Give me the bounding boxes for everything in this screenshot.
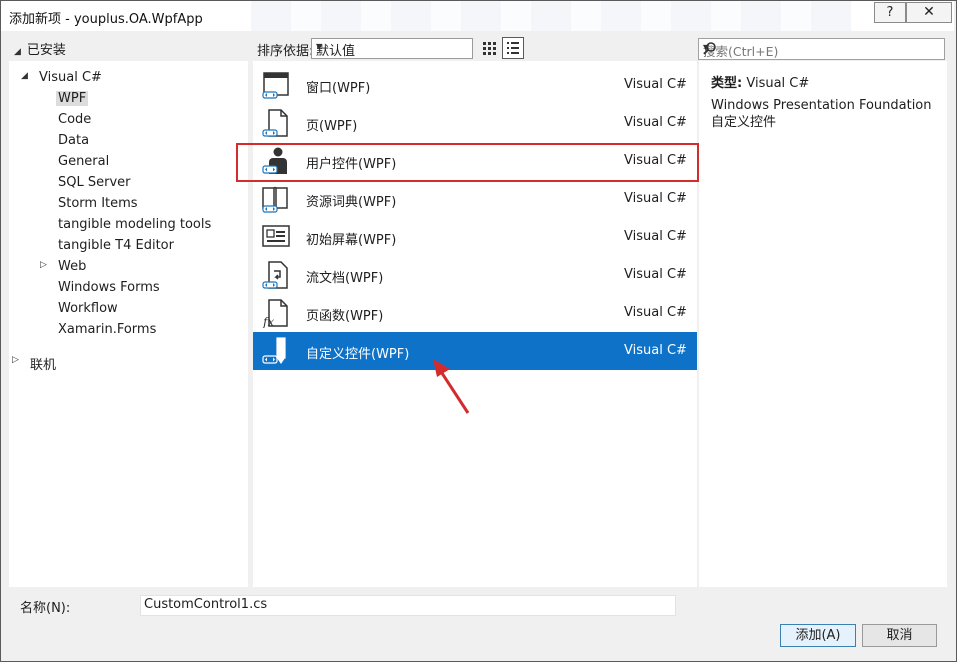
tree-item-label: Xamarin.Forms — [58, 322, 157, 337]
template-item-splash-screen[interactable]: 初始屏幕(WPF) Visual C# — [253, 218, 697, 256]
window-title: 添加新项 - youplus.OA.WpfApp — [9, 12, 203, 27]
tree-item-sql-server[interactable]: SQL Server — [58, 175, 131, 190]
template-name: 页(WPF) — [306, 119, 358, 134]
grid-view-icon[interactable] — [479, 38, 499, 58]
splash-screen-icon — [261, 222, 291, 252]
template-language: Visual C# — [624, 305, 687, 320]
installed-label: 已安装 — [26, 43, 66, 58]
tree-item-general[interactable]: General — [58, 154, 109, 169]
tree-item-xamarin-forms[interactable]: Xamarin.Forms — [58, 322, 156, 337]
details-panel: 类型: Visual C# Windows Presentation Found… — [699, 61, 947, 587]
template-item-page[interactable]: 页(WPF) Visual C# — [253, 104, 697, 142]
template-item-flow-document[interactable]: 流文档(WPF) Visual C# — [253, 256, 697, 294]
dropdown-arrow-icon: ▼ — [316, 42, 323, 51]
tree-item-label: Web — [58, 259, 87, 274]
collapsed-icon[interactable]: ▷ — [12, 355, 19, 365]
tree-item-label: 联机 — [30, 358, 57, 373]
collapse-icon: ◢ — [14, 47, 21, 57]
tree-item-tangible-t4-editor[interactable]: tangible T4 Editor — [58, 238, 174, 253]
type-info: 类型: Visual C# — [711, 72, 809, 91]
expanded-icon[interactable]: ◢ — [21, 71, 28, 81]
tree-item-label: tangible modeling tools — [58, 217, 212, 232]
background-editor-ghost — [251, 1, 851, 31]
tree-item-code[interactable]: Code — [58, 112, 91, 127]
template-name: 初始屏幕(WPF) — [306, 233, 397, 248]
tree-item-tangible-modeling-tools[interactable]: tangible modeling tools — [58, 217, 211, 232]
template-item-window[interactable]: 窗口(WPF) Visual C# — [253, 66, 697, 104]
resource-dictionary-icon — [261, 184, 291, 214]
page-function-icon: fx — [261, 298, 291, 329]
tree-item-windows-forms[interactable]: Windows Forms — [58, 280, 160, 295]
add-button[interactable]: 添加(A) — [780, 624, 856, 647]
template-name: 自定义控件(WPF) — [306, 347, 410, 362]
template-name: 页函数(WPF) — [306, 309, 384, 324]
cancel-button[interactable]: 取消 — [862, 624, 937, 647]
tree-item-label: Windows Forms — [58, 280, 160, 295]
template-language: Visual C# — [624, 229, 687, 244]
collapsed-icon[interactable]: ▷ — [40, 260, 47, 270]
name-value: CustomControl1.cs — [144, 597, 268, 612]
installed-header[interactable]: ◢ 已安装 — [14, 39, 66, 58]
type-value: Visual C# — [746, 76, 810, 91]
tree-item-label: SQL Server — [58, 175, 131, 190]
tree-item-label: Visual C# — [39, 70, 102, 85]
template-description: Windows Presentation Foundation 自定义控件 — [711, 98, 932, 130]
highlight-box — [236, 143, 699, 182]
template-language: Visual C# — [624, 191, 687, 206]
tree-item-web[interactable]: ▷ Web — [40, 259, 87, 274]
help-button[interactable]: ? — [874, 2, 906, 23]
tree-item-wpf[interactable]: WPF — [56, 91, 89, 106]
custom-control-icon — [261, 336, 291, 366]
list-view-icon[interactable] — [502, 37, 524, 59]
annotation-arrow-icon — [433, 359, 470, 414]
tree-item-label: Data — [58, 133, 90, 148]
sort-label: 排序依据: — [257, 44, 314, 59]
tree-item-label: Storm Items — [58, 196, 138, 211]
template-language: Visual C# — [624, 77, 687, 92]
template-name: 窗口(WPF) — [306, 81, 371, 96]
title-bar: 添加新项 - youplus.OA.WpfApp ? ✕ — [1, 1, 954, 31]
template-item-resource-dictionary[interactable]: 资源词典(WPF) Visual C# — [253, 180, 697, 218]
template-name: 流文档(WPF) — [306, 271, 384, 286]
search-options-arrow-icon[interactable]: ▼ — [703, 43, 938, 52]
type-label: 类型: — [711, 76, 743, 91]
tree-item-label: WPF — [56, 91, 89, 106]
tree-item-data[interactable]: Data — [58, 133, 89, 148]
tree-item-online[interactable]: ▷ 联机 — [12, 354, 57, 373]
tree-item-visual-csharp[interactable]: ◢ Visual C# — [21, 70, 102, 85]
svg-text:fx: fx — [262, 315, 274, 328]
template-item-page-function[interactable]: fx 页函数(WPF) Visual C# — [253, 294, 697, 332]
tree-item-label: Code — [58, 112, 92, 127]
page-icon — [261, 108, 291, 138]
tree-item-workflow[interactable]: Workflow — [58, 301, 118, 316]
sort-dropdown[interactable]: 默认值 ▼ — [311, 38, 473, 59]
template-language: Visual C# — [624, 115, 687, 130]
tree-item-label: Workflow — [58, 301, 118, 316]
search-input[interactable]: 搜索(Ctrl+E) ▼ — [698, 38, 945, 60]
window-icon — [261, 70, 291, 100]
template-language: Visual C# — [624, 343, 687, 358]
template-language: Visual C# — [624, 267, 687, 282]
flow-document-icon — [261, 260, 291, 290]
tree-item-label: tangible T4 Editor — [58, 238, 174, 253]
tree-item-storm-items[interactable]: Storm Items — [58, 196, 138, 211]
name-label: 名称(N): — [20, 601, 71, 616]
name-field[interactable]: CustomControl1.cs — [140, 595, 676, 616]
template-list: 窗口(WPF) Visual C# 页(WPF) Visual C# 用户控件(… — [253, 61, 697, 587]
category-tree: ◢ Visual C# WPF Code Data General SQL Se… — [9, 61, 248, 587]
tree-item-label: General — [58, 154, 110, 169]
close-button[interactable]: ✕ — [906, 2, 952, 23]
template-name: 资源词典(WPF) — [306, 195, 397, 210]
